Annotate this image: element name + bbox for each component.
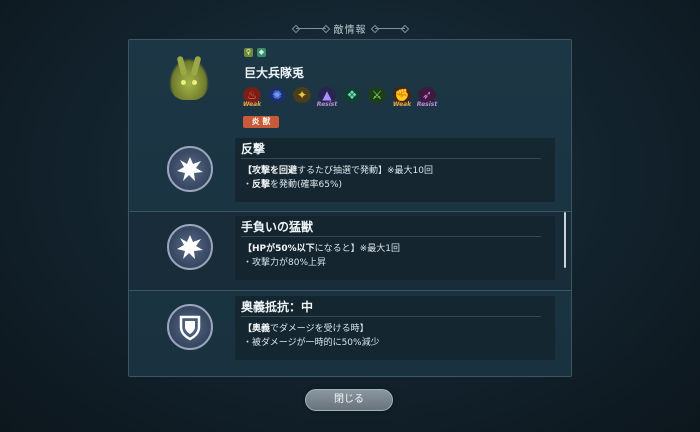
enemy-name: 巨大兵隊兎 [244, 66, 305, 80]
skill-name: 奥義抵抗：中 [241, 298, 541, 317]
skill-effect: ・攻撃力が80%上昇 [243, 258, 327, 268]
resistance-arrow: ➶ Resist [416, 87, 438, 108]
title-ornament-right [374, 28, 405, 29]
skill-name: 反撃 [241, 140, 541, 159]
burst-icon [167, 224, 213, 270]
header: 敵情報 [0, 14, 700, 36]
wind-icon: ✦ [293, 87, 311, 103]
status-icon: ◆ [257, 48, 266, 57]
skill-condition: 【攻撃を回避するたび抽選で発動】※最大10回 [243, 166, 434, 176]
enemy-info-panel[interactable]: ♀ ◆ 巨大兵隊兎 ♨ Weak ✺ ✦ ▲ Resist ❖ ⚔ ✊ Weak… [128, 39, 572, 377]
light-icon: ❖ [343, 87, 361, 103]
shield-icon [167, 304, 213, 350]
status-icon: ♀ [244, 48, 253, 57]
enemy-portrait [169, 55, 209, 100]
resistance-wind: ✦ [291, 86, 313, 108]
title-ornament-left [295, 28, 326, 29]
skill-card: 手負いの猛獣 【HPが50%以下になると】※最大1回 ・攻撃力が80%上昇 [235, 216, 555, 280]
resistance-thunder: ▲ Resist [316, 87, 338, 108]
burst-icon [167, 146, 213, 192]
resistance-fist: ✊ Weak [392, 87, 412, 108]
skill-card: 奥義抵抗：中 【奥義でダメージを受ける時】 ・被ダメージが一時的に50%減少 [235, 296, 555, 360]
dialog-title-text: 敵情報 [333, 25, 367, 36]
skill-effect: ・被ダメージが一時的に50%減少 [243, 338, 380, 348]
skill-condition: 【HPが50%以下になると】※最大1回 [243, 244, 400, 254]
skill-name: 手負いの猛獣 [241, 218, 541, 237]
skill-row: 奥義抵抗：中 【奥義でダメージを受ける時】 ・被ダメージが一時的に50%減少 [129, 292, 571, 370]
close-button[interactable]: 閉じる [305, 389, 393, 411]
enemy-type-badge: 炎 獣 [243, 116, 279, 128]
enemy-status-icons: ♀ ◆ [244, 48, 266, 57]
resistance-fire: ♨ Weak [242, 87, 262, 108]
skill-effect: ・反撃を発動(確率65%) [243, 180, 343, 190]
skill-card: 反撃 【攻撃を回避するたび抽選で発動】※最大10回 ・反撃を発動(確率65%) [235, 138, 555, 202]
skill-condition: 【奥義でダメージを受ける時】 [243, 324, 369, 334]
resistance-light: ❖ [341, 86, 363, 108]
dialog-title: 敵情報 [295, 21, 405, 36]
resistance-row: ♨ Weak ✺ ✦ ▲ Resist ❖ ⚔ ✊ Weak ➶ Resist [241, 86, 438, 108]
skill-row: 反撃 【攻撃を回避するたび抽選で発動】※最大10回 ・反撃を発動(確率65%) [129, 134, 571, 212]
sword-icon: ⚔ [368, 87, 386, 103]
water-icon: ✺ [268, 87, 286, 103]
resistance-sword: ⚔ [366, 86, 388, 108]
resistance-water: ✺ [266, 86, 288, 108]
scrollbar[interactable] [564, 212, 566, 268]
skill-row: 手負いの猛獣 【HPが50%以下になると】※最大1回 ・攻撃力が80%上昇 [129, 211, 571, 291]
